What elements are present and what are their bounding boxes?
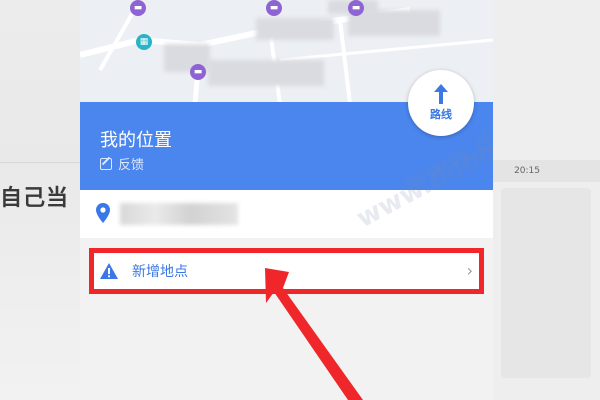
route-button[interactable]: 路线 bbox=[408, 70, 474, 136]
feedback-link[interactable]: 反馈 bbox=[100, 154, 144, 173]
backdrop-status-strip: 20:15 bbox=[493, 160, 600, 182]
poi-shop-icon[interactable]: ▬ bbox=[348, 0, 364, 16]
location-pin-icon bbox=[96, 203, 110, 223]
poi-shop-icon[interactable]: ▬ bbox=[266, 0, 282, 16]
map-label-blur bbox=[208, 60, 324, 86]
add-place-row[interactable]: 新增地点 › bbox=[89, 248, 484, 294]
warning-icon bbox=[100, 263, 118, 279]
poi-shop-icon[interactable]: ▬ bbox=[130, 0, 146, 16]
location-title: 我的位置 bbox=[100, 130, 172, 151]
backdrop-left: 自己当 bbox=[0, 0, 80, 400]
phone-screen: ▦ ▬ ▬ ▬ ▬ 我的位置 反馈 路线 新增地点 › www.dooo bbox=[80, 0, 493, 400]
route-arrow-icon bbox=[434, 84, 448, 104]
feedback-label: 反馈 bbox=[118, 158, 145, 173]
poi-shop-icon[interactable]: ▬ bbox=[190, 64, 206, 80]
backdrop-time: 20:15 bbox=[514, 166, 540, 176]
edit-icon bbox=[100, 157, 112, 170]
backdrop-panel bbox=[501, 188, 591, 378]
address-text-blurred bbox=[120, 203, 238, 225]
poi-building-icon[interactable]: ▦ bbox=[136, 34, 152, 50]
backdrop-divider bbox=[0, 162, 80, 163]
backdrop-text: 自己当 bbox=[0, 186, 70, 211]
chevron-right-icon: › bbox=[466, 261, 473, 280]
add-place-label: 新增地点 bbox=[132, 264, 188, 280]
backdrop-right: 20:15 bbox=[493, 0, 600, 400]
map-label-blur bbox=[348, 10, 440, 36]
route-button-label: 路线 bbox=[430, 108, 452, 121]
map-label-blur bbox=[256, 18, 334, 40]
